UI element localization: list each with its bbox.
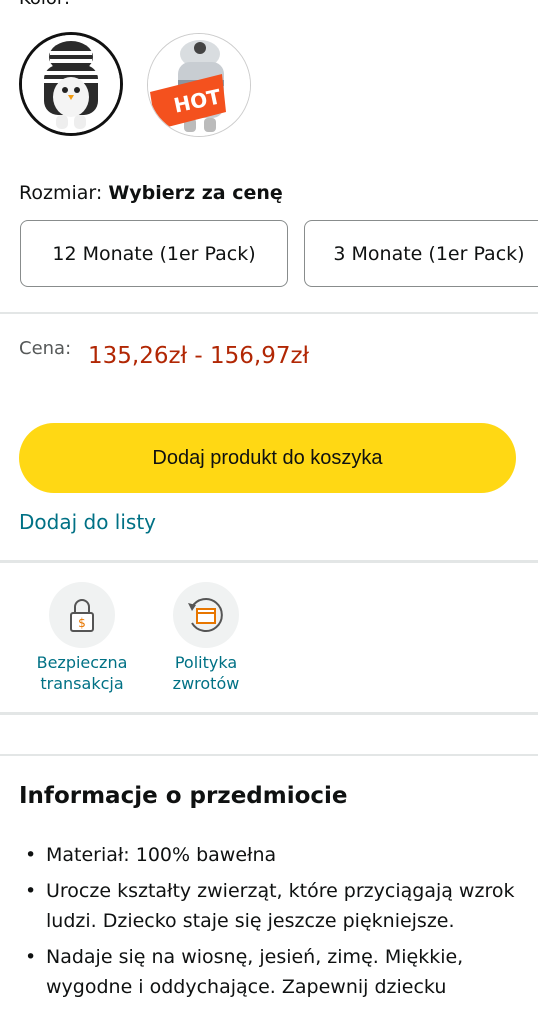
color-label: Kolor: xyxy=(19,0,70,9)
feature-secure-transaction[interactable]: $ Bezpieczna transakcja xyxy=(30,582,134,694)
return-box-icon xyxy=(173,582,239,648)
size-label-row: Rozmiar: Wybierz za cenę xyxy=(19,182,283,204)
feature-label-line2: transakcja xyxy=(40,674,124,693)
size-option-3-months[interactable]: 3 Monate (1er Pack) xyxy=(304,220,538,287)
white-romper-image: HOT xyxy=(148,34,250,136)
price-label: Cena: xyxy=(19,338,72,359)
feature-label-line2: zwrotów xyxy=(172,674,240,693)
secure-lock-icon: $ xyxy=(49,582,115,648)
info-bullet-list: Materiał: 100% bawełna Urocze kształty z… xyxy=(19,840,519,1008)
divider xyxy=(0,560,538,563)
info-section-title: Informacje o przedmiocie xyxy=(19,783,348,809)
feature-label-line1: Bezpieczna xyxy=(36,653,128,672)
divider xyxy=(0,712,538,715)
info-bullet: Materiał: 100% bawełna xyxy=(19,840,519,870)
size-label: Rozmiar: xyxy=(19,182,103,204)
color-swatch-penguin[interactable] xyxy=(19,32,123,136)
svg-text:$: $ xyxy=(78,616,86,630)
penguin-romper-image xyxy=(22,35,120,133)
add-to-list-link[interactable]: Dodaj do listy xyxy=(19,510,156,534)
info-bullet: Urocze kształty zwierząt, które przyciąg… xyxy=(19,876,519,936)
size-value: Wybierz za cenę xyxy=(108,182,283,204)
divider xyxy=(0,754,538,756)
divider xyxy=(0,312,538,314)
price-value: 135,26zł - 156,97zł xyxy=(88,343,310,369)
feature-return-policy[interactable]: Polityka zwrotów xyxy=(158,582,254,694)
add-to-cart-button[interactable]: Dodaj produkt do koszyka xyxy=(19,423,516,493)
info-bullet: Nadaje się na wiosnę, jesień, zimę. Mięk… xyxy=(19,942,519,1002)
feature-label-line1: Polityka xyxy=(174,653,238,672)
color-swatch-white-hooded[interactable]: HOT xyxy=(147,33,251,137)
size-option-12-months[interactable]: 12 Monate (1er Pack) xyxy=(20,220,288,287)
